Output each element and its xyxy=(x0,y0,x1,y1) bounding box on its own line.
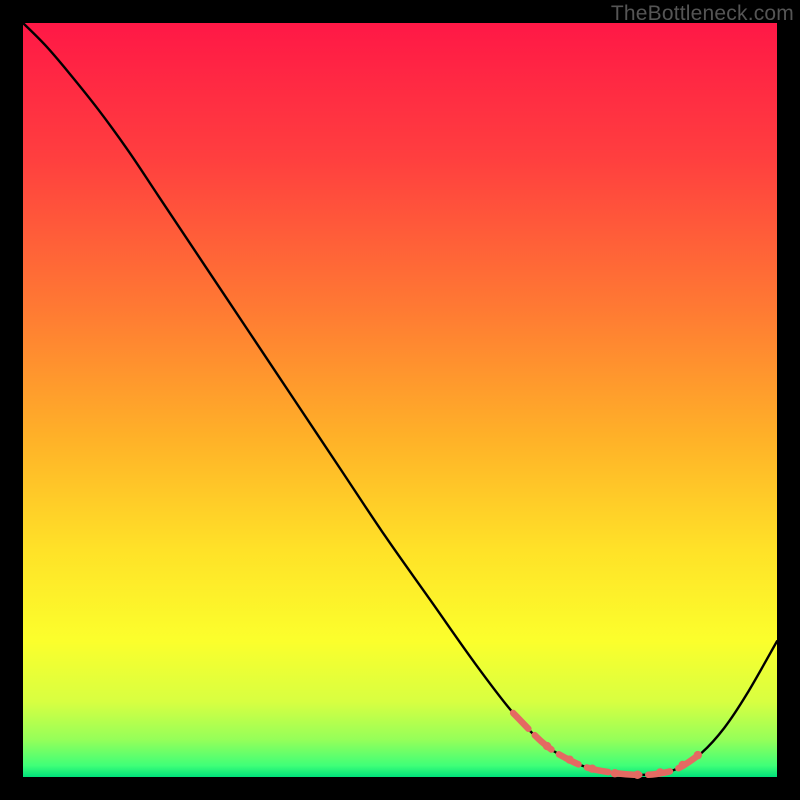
curve-marker xyxy=(679,761,687,769)
curve-marker xyxy=(656,768,664,776)
curve-marker xyxy=(588,765,596,773)
watermark-text: TheBottleneck.com xyxy=(611,2,794,26)
curve-marker xyxy=(565,755,573,763)
curve-marker xyxy=(611,769,619,777)
curve-highlight-dash xyxy=(513,713,702,775)
curve-marker xyxy=(694,751,702,759)
curve-line xyxy=(23,23,777,775)
curve-marker xyxy=(543,742,551,750)
curve-marker xyxy=(633,771,641,779)
chart-svg xyxy=(23,23,777,777)
